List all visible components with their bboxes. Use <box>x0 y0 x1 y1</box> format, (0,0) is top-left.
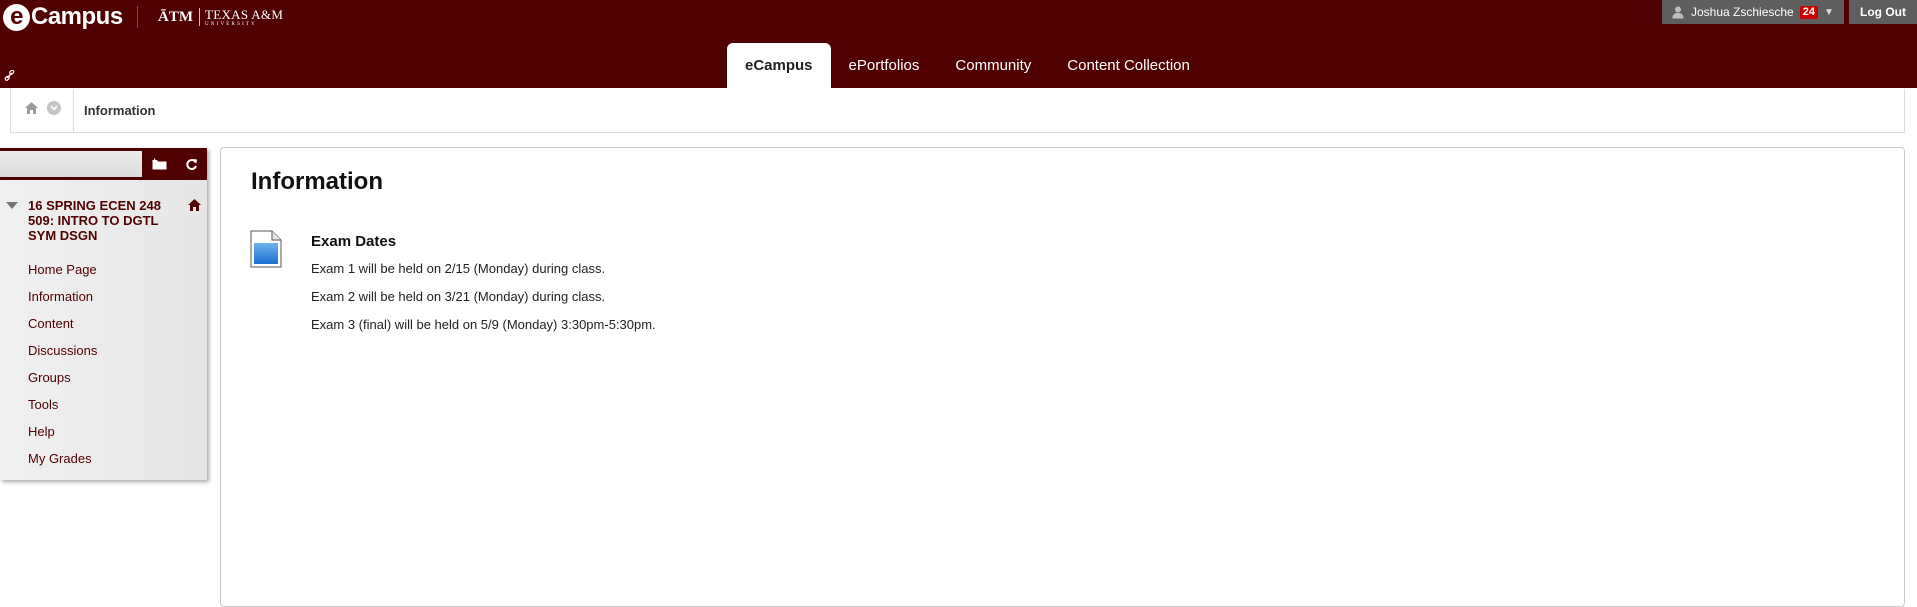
course-menu-item-groups[interactable]: Groups <box>28 364 97 391</box>
content-item-line: Exam 3 (final) will be held on 5/9 (Mond… <box>311 317 656 332</box>
logo-mark: e <box>3 3 30 31</box>
content-item-line: Exam 1 will be held on 2/15 (Monday) dur… <box>311 261 606 276</box>
course-menu-list: Home Page Information Content Discussion… <box>28 256 97 472</box>
content-item-line: Exam 2 will be held on 3/21 (Monday) dur… <box>311 289 606 304</box>
course-menu-item-content[interactable]: Content <box>28 310 97 337</box>
page-title: Information <box>251 168 383 195</box>
course-menu-item-help[interactable]: Help <box>28 418 97 445</box>
breadcrumb-home[interactable] <box>24 101 61 115</box>
user-icon <box>1672 6 1684 19</box>
logo-text: Campus <box>31 3 123 30</box>
home-icon[interactable] <box>24 101 39 115</box>
folder-icon <box>152 158 166 170</box>
top-header: e Campus ĀTM TEXAS A&M UNIVERSITY Joshua… <box>0 0 1917 88</box>
main-tabs: eCampus ePortfolios Community Content Co… <box>727 43 1208 88</box>
home-icon[interactable] <box>187 198 202 212</box>
course-menu-toolbar-spacer <box>0 151 142 177</box>
user-menu-button[interactable]: Joshua Zschiesche 24 ▼ <box>1662 0 1844 24</box>
notification-badge: 24 <box>1799 5 1818 19</box>
tab-ecampus[interactable]: eCampus <box>727 43 831 88</box>
institution-name: TEXAS A&M <box>205 6 284 22</box>
folder-view-button[interactable] <box>143 148 175 180</box>
course-menu: 16 SPRING ECEN 248 509: INTRO TO DGTL SY… <box>0 148 207 480</box>
breadcrumb-separator <box>73 89 74 132</box>
chevron-down-icon[interactable] <box>47 101 61 115</box>
content-item-body: Exam 1 will be held on 2/15 (Monday) dur… <box>311 262 656 346</box>
course-menu-item-discussions[interactable]: Discussions <box>28 337 97 364</box>
refresh-icon <box>185 158 197 170</box>
institution-name-block: TEXAS A&M UNIVERSITY <box>205 8 283 27</box>
tab-eportfolios[interactable]: ePortfolios <box>831 43 938 88</box>
course-menu-item-tools[interactable]: Tools <box>28 391 97 418</box>
breadcrumb: Information <box>10 89 1905 133</box>
course-menu-item-information[interactable]: Information <box>28 283 97 310</box>
link-icon[interactable] <box>4 69 15 84</box>
content-item-title[interactable]: Exam Dates <box>311 233 396 250</box>
document-icon <box>250 230 282 268</box>
chevron-down-icon: ▼ <box>1823 6 1834 18</box>
course-menu-toolbar <box>0 148 207 180</box>
content-panel: Information Exam Dates Exam 1 will be he… <box>220 147 1905 607</box>
institution-sub: UNIVERSITY <box>205 21 257 27</box>
user-name: Joshua Zschiesche <box>1691 5 1794 19</box>
tab-content-collection[interactable]: Content Collection <box>1049 43 1208 88</box>
texas-am-logo: ĀTM TEXAS A&M UNIVERSITY <box>158 6 283 28</box>
collapse-caret-icon[interactable] <box>6 202 18 209</box>
logo-divider <box>137 6 138 28</box>
ecampus-logo[interactable]: e Campus <box>3 0 123 34</box>
institution-mark: ĀTM <box>158 8 200 26</box>
tab-community[interactable]: Community <box>937 43 1049 88</box>
course-menu-item-home-page[interactable]: Home Page <box>28 256 97 283</box>
logout-button[interactable]: Log Out <box>1849 0 1917 24</box>
breadcrumb-current: Information <box>84 103 156 118</box>
refresh-button[interactable] <box>175 148 207 180</box>
course-title[interactable]: 16 SPRING ECEN 248 509: INTRO TO DGTL SY… <box>28 198 173 243</box>
course-menu-item-my-grades[interactable]: My Grades <box>28 445 97 472</box>
